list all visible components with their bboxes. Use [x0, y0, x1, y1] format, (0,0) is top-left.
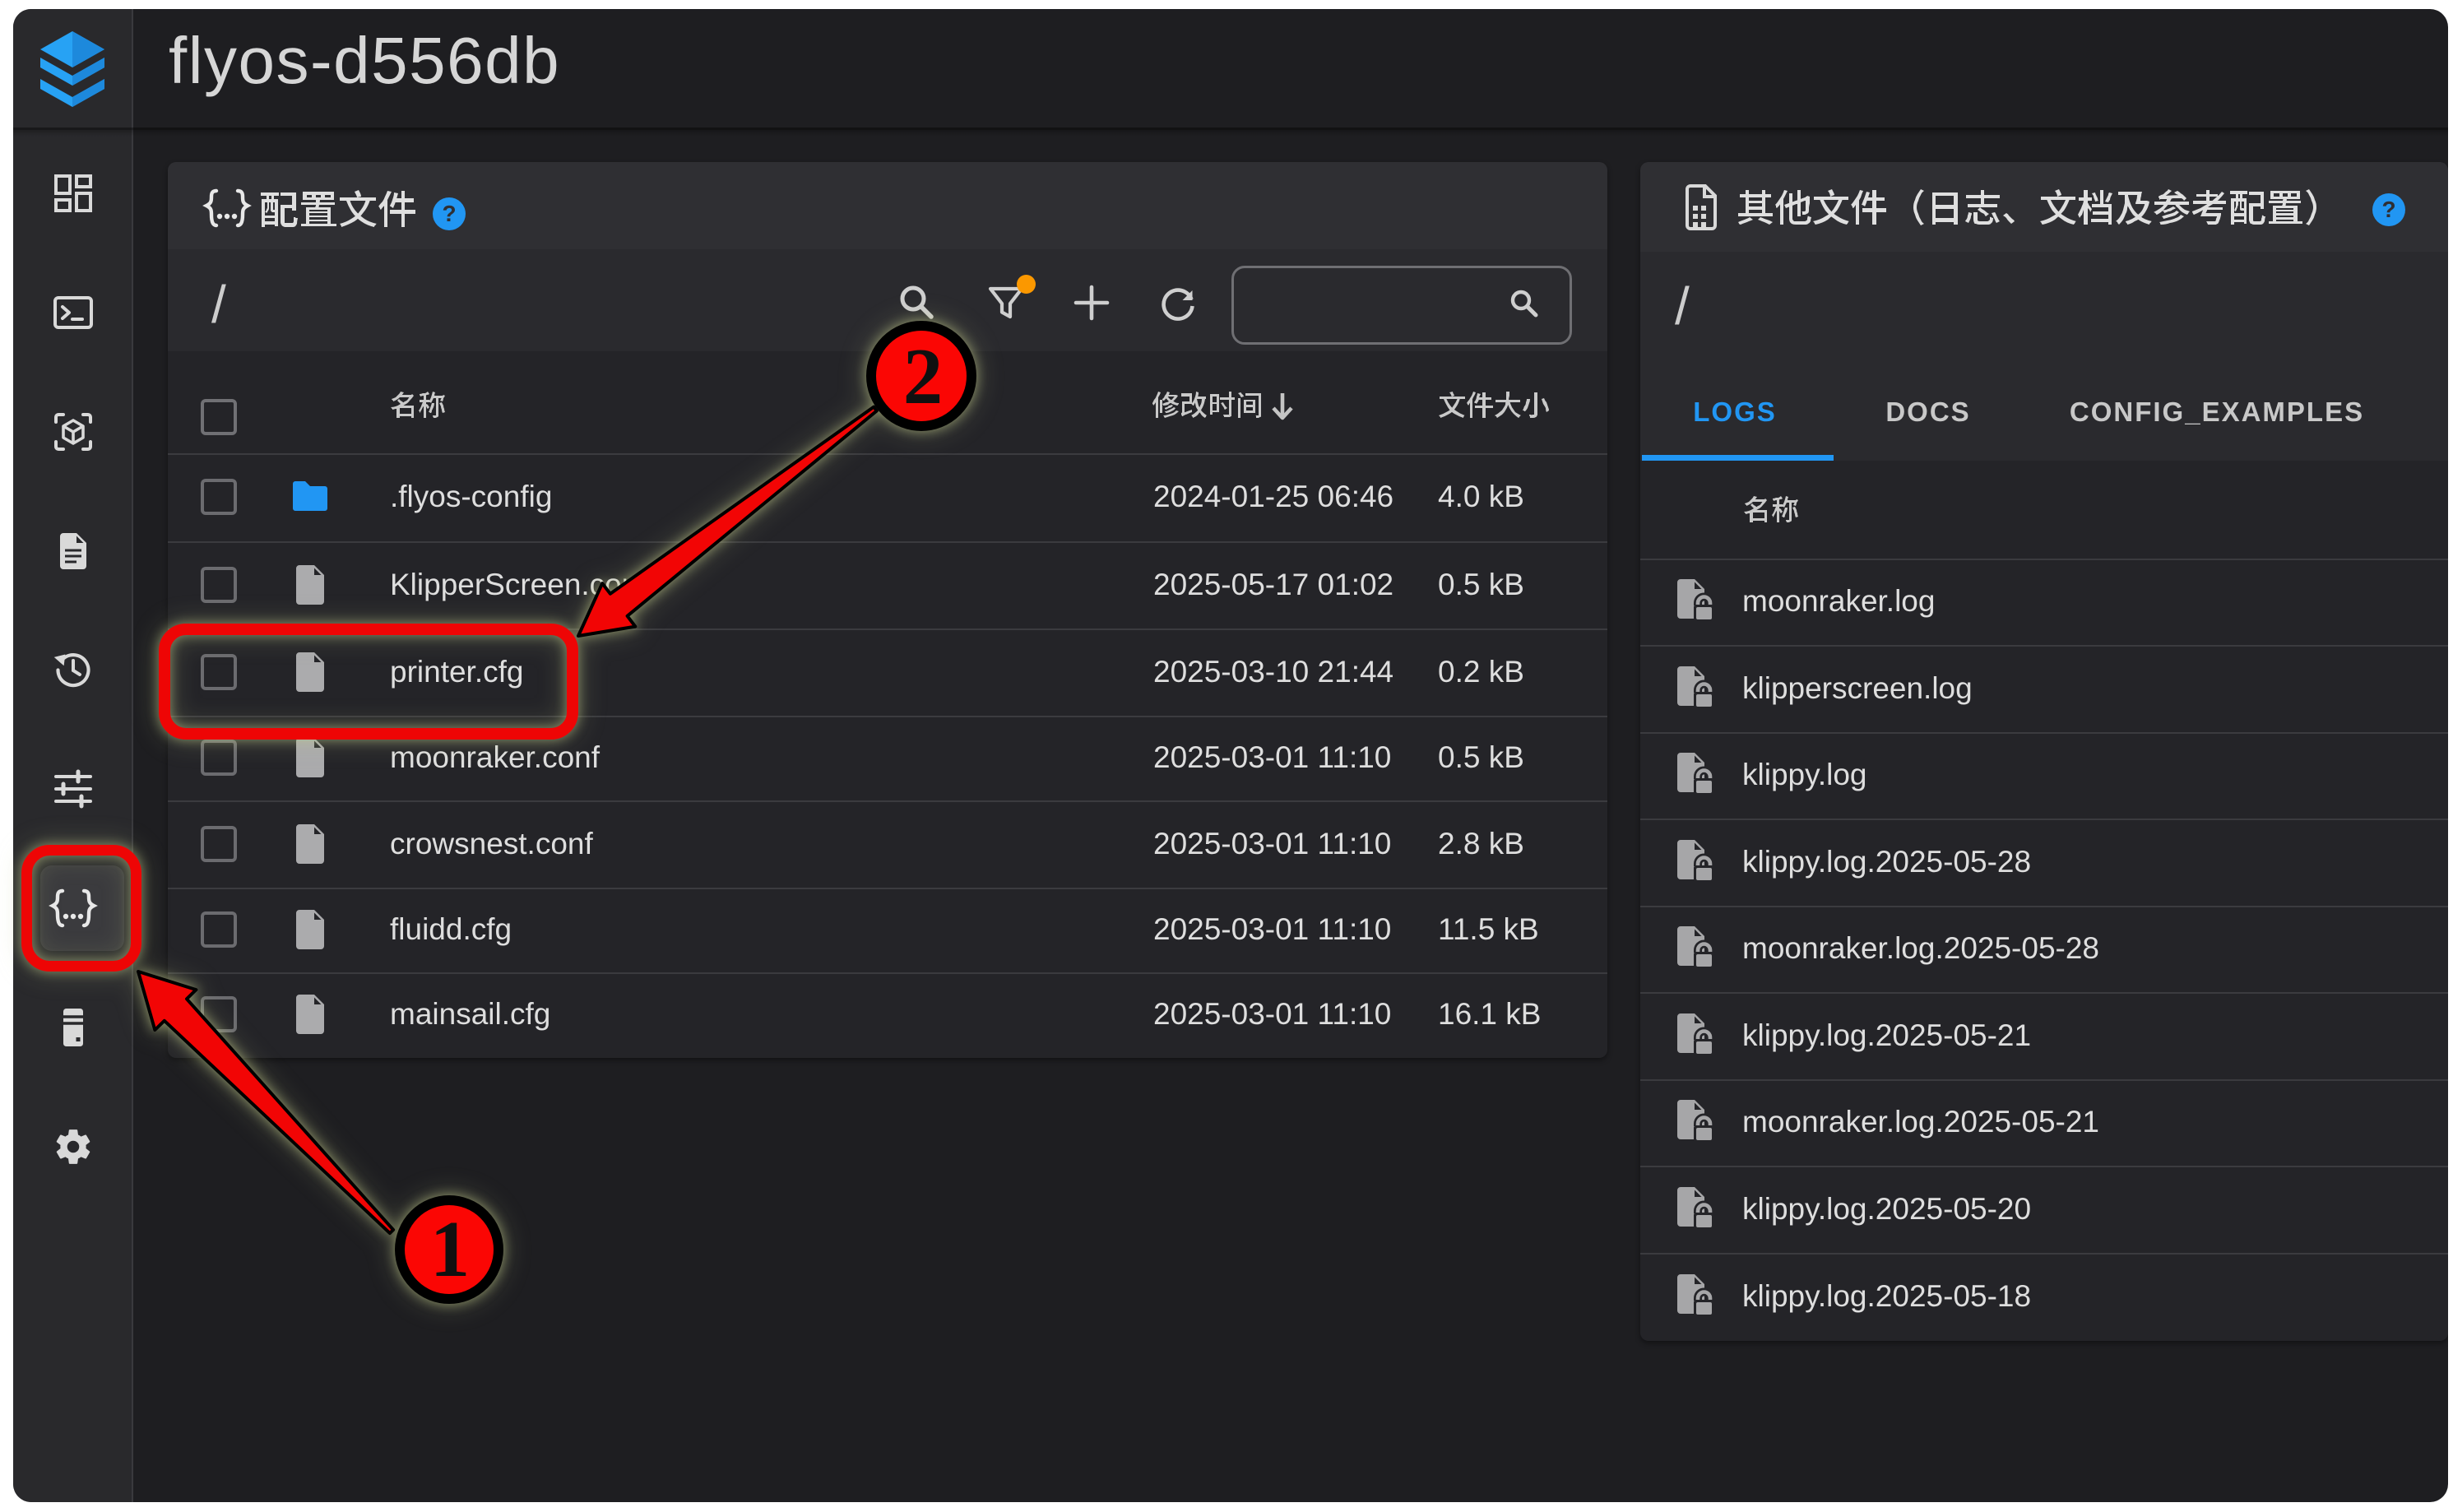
svg-text:1: 1	[430, 1205, 471, 1293]
svg-text:2: 2	[903, 332, 944, 420]
